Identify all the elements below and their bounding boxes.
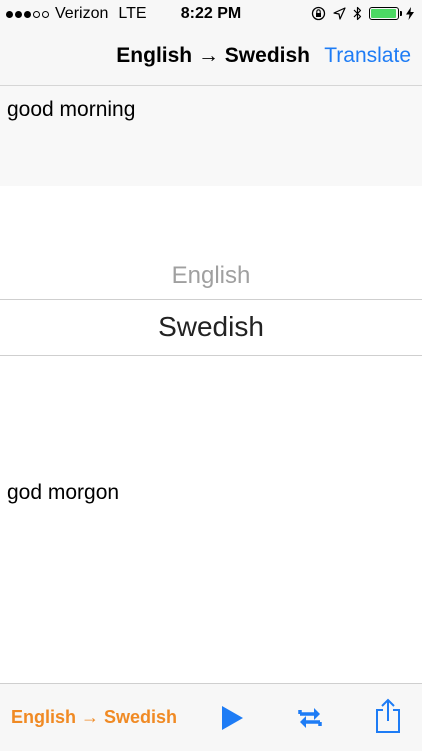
navigation-bar: English → Swedish Translate: [0, 30, 422, 86]
orientation-lock-icon: [311, 6, 326, 21]
charging-bolt-icon: [406, 7, 414, 20]
battery-icon: [369, 7, 402, 20]
bluetooth-icon: [353, 6, 362, 21]
status-bar: Verizon LTE 8:22 PM: [0, 0, 422, 30]
translated-text: god morgon: [7, 481, 120, 504]
picker-divider-bottom: [0, 355, 422, 356]
play-button[interactable]: [212, 698, 252, 738]
share-button[interactable]: [368, 696, 408, 736]
picker-option-english[interactable]: English: [0, 262, 422, 290]
source-text-value: good morning: [7, 98, 136, 121]
location-arrow-icon: [333, 7, 346, 20]
swap-languages-button[interactable]: [290, 698, 330, 738]
swap-icon: [298, 708, 322, 728]
status-right: [311, 6, 414, 21]
play-icon: [222, 706, 243, 730]
toolbar-language-pair[interactable]: English → Swedish: [11, 707, 177, 728]
source-text-input[interactable]: good morning: [0, 86, 422, 186]
picker-divider-top: [0, 299, 422, 300]
nav-title-language-pair: English → Swedish: [116, 44, 310, 67]
share-icon: [376, 698, 400, 733]
bottom-toolbar: English → Swedish: [0, 683, 422, 751]
picker-option-selected[interactable]: Swedish: [0, 311, 422, 343]
translate-button[interactable]: Translate: [324, 44, 411, 68]
battery-level-fill: [371, 9, 396, 18]
